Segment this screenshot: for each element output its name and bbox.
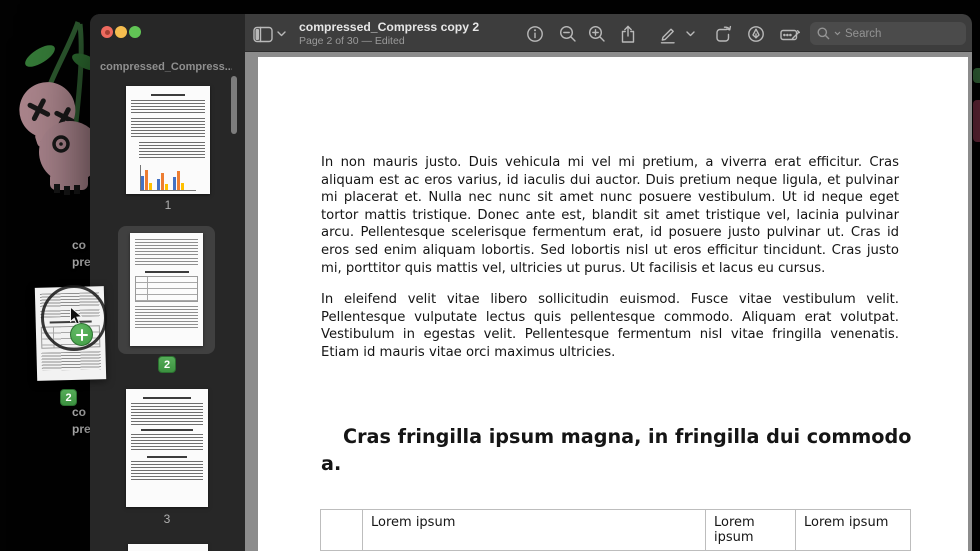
document-page: In non mauris justo. Duis vehicula mi ve… (258, 57, 968, 551)
cherry-stem (76, 24, 81, 122)
sidebar-scrollbar[interactable] (231, 76, 237, 134)
wallpaper-fragment (973, 100, 980, 142)
share-icon[interactable] (616, 22, 640, 46)
search-input[interactable]: Search (810, 22, 966, 45)
pen-nib-circle-icon[interactable] (744, 22, 768, 46)
mouse-cursor-icon (69, 306, 84, 326)
chevron-down-icon[interactable] (274, 22, 288, 46)
close-button[interactable] (101, 26, 113, 38)
thumbnail-sidebar: compressed_Compress... (90, 14, 245, 551)
preview-window: compressed_Compress... (90, 14, 972, 551)
page-thumbnail-1[interactable] (126, 86, 210, 194)
page-thumbnail-4-partial[interactable] (128, 544, 208, 551)
markup-chevron-down-icon[interactable] (683, 22, 697, 46)
leaf-icon (22, 41, 58, 71)
table-header-cell: Lorem ipsum (706, 510, 796, 551)
form-fill-icon[interactable] (778, 22, 802, 46)
zoom-out-icon[interactable] (556, 22, 580, 46)
desktop-icon-label: co pre (72, 404, 91, 438)
wallpaper-fragment (973, 68, 980, 83)
rotate-icon[interactable] (711, 22, 735, 46)
paragraph: In eleifend velit vitae libero sollicitu… (321, 291, 899, 361)
drag-page-count-badge: 2 (60, 389, 77, 406)
page-thumbnail-2[interactable] (130, 233, 203, 346)
search-placeholder: Search (845, 28, 881, 40)
table-header-cell: Lorem ipsum (796, 510, 911, 551)
paragraph: In non mauris justo. Duis vehicula mi ve… (321, 154, 899, 277)
search-magnifier-icon (817, 27, 830, 40)
sidebar-toggle-button[interactable] (251, 22, 275, 46)
sidebar-document-title: compressed_Compress... (100, 61, 232, 73)
page-number-label: 3 (126, 512, 208, 526)
window-subtitle: Page 2 of 30 — Edited (299, 35, 405, 47)
info-icon[interactable] (523, 22, 547, 46)
markup-pencil-icon[interactable] (655, 22, 679, 46)
search-scope-chevron-icon (834, 31, 841, 36)
table-header-cell (321, 510, 363, 551)
minimize-button[interactable] (115, 26, 127, 38)
document-table: Lorem ipsum Lorem ipsum Lorem ipsum (320, 509, 911, 551)
table-header-cell: Lorem ipsum (363, 510, 706, 551)
section-heading: Cras fringilla ipsum magna, in fringilla… (321, 423, 921, 477)
toolbar: compressed_Compress copy 2 Page 2 of 30 … (245, 14, 972, 52)
table-header-row: Lorem ipsum Lorem ipsum Lorem ipsum (321, 510, 911, 551)
drag-copy-plus-badge (70, 323, 93, 346)
zoom-window-button[interactable] (129, 26, 141, 38)
mini-bar-chart (140, 165, 196, 191)
selected-page-number-badge: 2 (158, 356, 176, 373)
page-number-label: 1 (126, 198, 210, 212)
document-scroll-area[interactable]: In non mauris justo. Duis vehicula mi ve… (245, 52, 972, 551)
window-title: compressed_Compress copy 2 (299, 20, 479, 34)
desktop-icon-label: co pre (72, 237, 91, 271)
page-thumbnail-3[interactable] (126, 389, 208, 507)
zoom-in-icon[interactable] (585, 22, 609, 46)
